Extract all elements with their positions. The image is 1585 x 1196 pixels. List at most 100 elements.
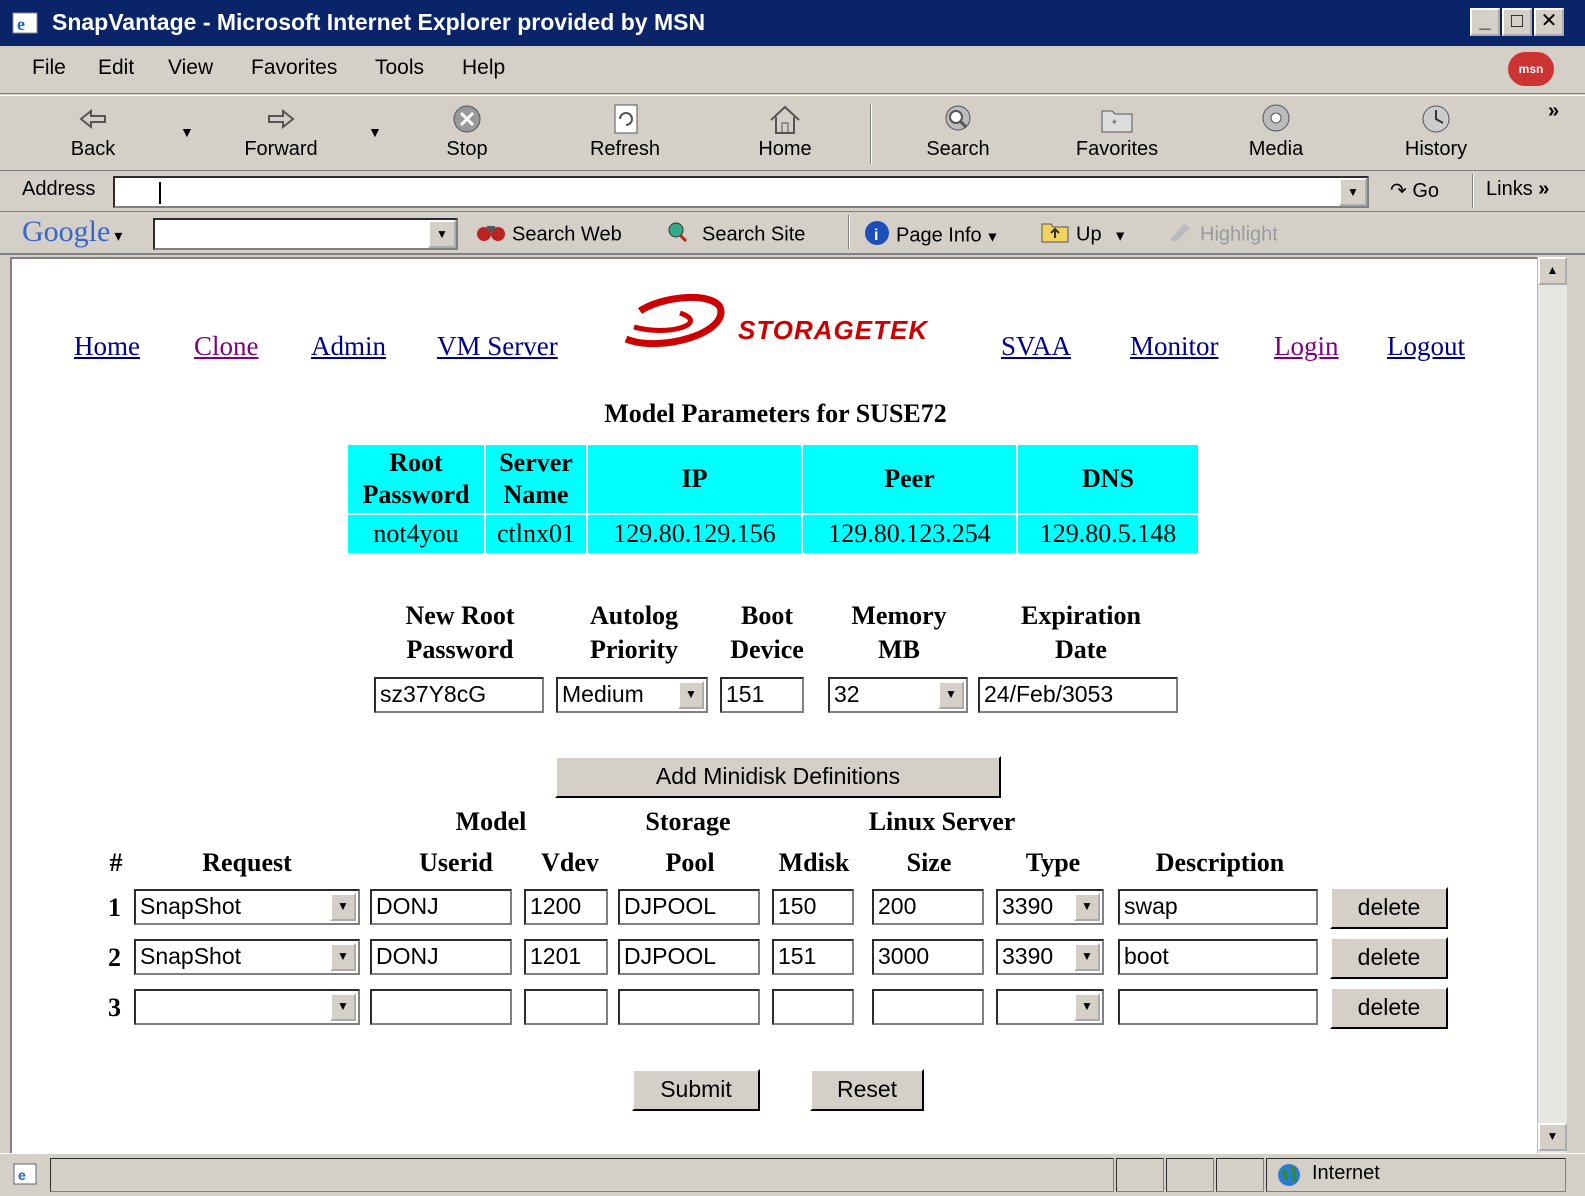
menu-edit[interactable]: Edit (98, 56, 134, 80)
media-button[interactable]: Media (1221, 100, 1331, 168)
nav-monitor-link[interactable]: Monitor (1130, 331, 1219, 362)
search-site-button[interactable]: Search Site (666, 220, 805, 250)
scroll-down-icon[interactable]: ▼ (1538, 1123, 1567, 1151)
request-select[interactable]: SnapShot ▼ (134, 939, 360, 975)
nav-admin-link[interactable]: Admin (311, 331, 386, 362)
description-input[interactable] (1118, 989, 1318, 1025)
menu-view[interactable]: View (168, 56, 213, 80)
nav-logout-link[interactable]: Logout (1387, 331, 1465, 362)
pool-input[interactable]: DJPOOL (618, 889, 760, 925)
mdisk-input[interactable] (772, 989, 854, 1025)
size-input[interactable]: 3000 (872, 939, 984, 975)
nav-home-link[interactable]: Home (74, 331, 140, 362)
address-dropdown-icon[interactable]: ▼ (1339, 178, 1367, 206)
go-button[interactable]: ↷ Go (1390, 178, 1439, 203)
google-logo[interactable]: Google ▾ (22, 215, 122, 249)
type-select[interactable]: 3390 ▼ (996, 889, 1104, 925)
nav-login-link[interactable]: Login (1274, 331, 1339, 362)
toolbar-overflow-icon[interactable]: » (1548, 100, 1559, 123)
memory-mb-header: Memory MB (851, 601, 947, 664)
home-button[interactable]: Home (730, 100, 840, 168)
menu-tools[interactable]: Tools (375, 56, 424, 80)
up-folder-icon (1040, 220, 1070, 250)
back-dropdown-icon[interactable]: ▼ (180, 124, 194, 140)
type-select[interactable]: ▼ (996, 989, 1104, 1025)
nav-clone-link[interactable]: Clone (194, 331, 259, 362)
forward-dropdown-icon[interactable]: ▼ (368, 124, 382, 140)
userid-input[interactable]: DONJ (370, 939, 512, 975)
menu-help[interactable]: Help (462, 56, 505, 80)
delete-button[interactable]: delete (1330, 987, 1448, 1029)
model-params-table: Root Password Server Name IP Peer DNS no… (346, 443, 1200, 555)
size-input[interactable]: 200 (872, 889, 984, 925)
up-dropdown-icon: ▼ (1101, 227, 1128, 244)
pool-input[interactable] (618, 989, 760, 1025)
highlight-button[interactable]: Highlight (1166, 220, 1278, 250)
go-arrow-icon: ↷ (1390, 180, 1407, 202)
maximize-button[interactable]: □ (1502, 8, 1532, 36)
chevron-down-icon: ▼ (678, 681, 704, 709)
userid-input[interactable] (370, 989, 512, 1025)
favorites-button[interactable]: * Favorites (1062, 100, 1172, 168)
expiration-date-input[interactable]: 24/Feb/3053 (978, 677, 1178, 713)
row-number: 2 (108, 943, 121, 972)
address-input[interactable]: ▼ (113, 176, 1369, 208)
links-overflow-icon: » (1538, 178, 1550, 200)
vdev-input[interactable]: 1200 (524, 889, 608, 925)
page-info-button[interactable]: i Page Info ▼ (864, 220, 999, 252)
google-search-dropdown-icon[interactable]: ▼ (428, 220, 456, 248)
google-search-input[interactable]: ▼ (153, 218, 458, 250)
description-input[interactable]: boot (1118, 939, 1318, 975)
search-web-button[interactable]: Search Web (476, 220, 622, 250)
dns-value: 129.80.5.148 (1018, 515, 1198, 553)
autolog-priority-select[interactable]: Medium ▼ (556, 677, 708, 713)
up-button[interactable]: Up ▼ (1040, 220, 1127, 250)
menu-file[interactable]: File (32, 56, 66, 80)
back-button[interactable]: Back (38, 100, 148, 168)
add-minidisk-definitions-button[interactable]: Add Minidisk Definitions (555, 756, 1001, 798)
size-input[interactable] (872, 989, 984, 1025)
svg-text:i: i (874, 227, 878, 244)
toolbar: Back ▼ Forward ▼ Stop Refresh Home Searc… (0, 95, 1585, 171)
submit-button[interactable]: Submit (632, 1069, 760, 1111)
links-button[interactable]: Links » (1486, 178, 1549, 201)
delete-button[interactable]: delete (1330, 937, 1448, 979)
reset-button[interactable]: Reset (810, 1069, 924, 1111)
root-password-value: not4you (348, 515, 484, 553)
delete-button[interactable]: delete (1330, 887, 1448, 929)
type-select[interactable]: 3390 ▼ (996, 939, 1104, 975)
new-root-password-input[interactable]: sz37Y8cG (374, 677, 544, 713)
request-column-header: Request (202, 848, 292, 877)
history-button[interactable]: History (1381, 100, 1491, 168)
pool-input[interactable]: DJPOOL (618, 939, 760, 975)
nav-vm-server-link[interactable]: VM Server (437, 331, 558, 362)
mdisk-input[interactable]: 151 (772, 939, 854, 975)
request-select[interactable]: ▼ (134, 989, 360, 1025)
back-arrow-icon (79, 108, 106, 130)
mdisk-input[interactable]: 150 (772, 889, 854, 925)
boot-device-input[interactable]: 151 (720, 677, 804, 713)
userid-column-header: Userid (419, 848, 493, 877)
vdev-input[interactable]: 1201 (524, 939, 608, 975)
description-input[interactable]: swap (1118, 889, 1318, 925)
vertical-scrollbar[interactable]: ▲ ▼ (1537, 257, 1567, 1153)
scroll-up-icon[interactable]: ▲ (1538, 257, 1567, 285)
status-pane (1116, 1158, 1164, 1192)
vdev-input[interactable] (524, 989, 608, 1025)
server-name-header: Server Name (486, 445, 586, 513)
minimize-button[interactable]: _ (1470, 8, 1500, 36)
request-select[interactable]: SnapShot ▼ (134, 889, 360, 925)
userid-input[interactable]: DONJ (370, 889, 512, 925)
table-row: not4you ctlnx01 129.80.129.156 129.80.12… (348, 515, 1198, 553)
stop-button[interactable]: Stop (412, 100, 522, 168)
memory-mb-select[interactable]: 32 ▼ (828, 677, 968, 713)
dns-header: DNS (1018, 445, 1198, 513)
forward-button[interactable]: Forward (226, 100, 336, 168)
stop-icon (453, 105, 481, 133)
text-caret (159, 182, 161, 204)
menu-favorites[interactable]: Favorites (251, 56, 337, 80)
close-button[interactable]: ✕ (1534, 8, 1564, 36)
nav-svaa-link[interactable]: SVAA (1001, 331, 1071, 362)
search-button[interactable]: Search (903, 100, 1013, 168)
refresh-button[interactable]: Refresh (570, 100, 680, 168)
